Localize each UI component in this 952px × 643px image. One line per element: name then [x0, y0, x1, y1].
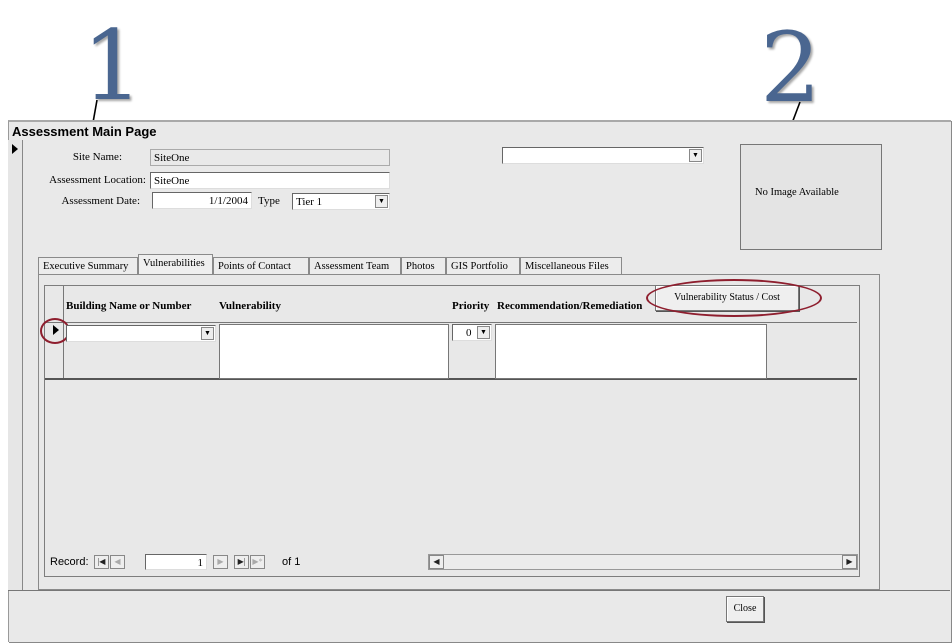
tab-assessment-team[interactable]: Assessment Team: [309, 257, 401, 275]
type-label: Type: [258, 195, 280, 207]
column-header-building: Building Name or Number: [66, 300, 192, 312]
tab-miscellaneous-files[interactable]: Miscellaneous Files: [520, 257, 622, 275]
last-record-icon[interactable]: ▶|: [234, 555, 249, 569]
column-header-recommendation: Recommendation/Remediation: [497, 300, 643, 312]
column-header-priority: Priority: [452, 300, 490, 312]
tab-gis-portfolio[interactable]: GIS Portfolio: [446, 257, 520, 275]
record-nav-label: Record:: [50, 556, 89, 568]
type-select-value: Tier 1: [296, 196, 323, 208]
top-right-dropdown-arrow-icon[interactable]: ▼: [689, 149, 702, 162]
horizontal-scrollbar[interactable]: ◀ ▶: [428, 554, 858, 570]
new-record-icon[interactable]: ▶*: [250, 555, 265, 569]
assessment-date-label: Assessment Date:: [61, 195, 140, 207]
recommendation-textbox[interactable]: [495, 324, 767, 379]
top-right-dropdown[interactable]: ▼: [502, 147, 704, 164]
column-header-vulnerability: Vulnerability: [219, 300, 281, 312]
site-name-label: Site Name:: [72, 151, 122, 163]
vulnerability-textbox[interactable]: [219, 324, 449, 379]
building-select[interactable]: ▼: [66, 325, 216, 342]
previous-record-icon[interactable]: ◀: [110, 555, 125, 569]
site-name-field[interactable]: SiteOne: [150, 149, 390, 166]
type-dropdown-arrow-icon[interactable]: ▼: [375, 195, 388, 208]
type-select[interactable]: Tier 1 ▼: [292, 193, 390, 210]
tab-vulnerabilities[interactable]: Vulnerabilities: [138, 254, 213, 275]
image-placeholder: No Image Available: [740, 144, 882, 250]
assessment-location-field[interactable]: SiteOne: [150, 172, 390, 189]
priority-dropdown-arrow-icon[interactable]: ▼: [477, 326, 490, 339]
next-record-icon[interactable]: ▶: [213, 555, 228, 569]
close-button[interactable]: Close: [726, 596, 764, 622]
current-record-indicator-icon: [12, 144, 18, 154]
tab-points-of-contact[interactable]: Points of Contact: [213, 257, 309, 275]
scroll-right-icon[interactable]: ▶: [842, 555, 857, 569]
assessment-location-label: Assessment Location:: [49, 174, 146, 186]
first-record-icon[interactable]: |◀: [94, 555, 109, 569]
subform-header-line: [45, 322, 857, 323]
window-title: Assessment Main Page: [12, 124, 157, 139]
form-record-selector[interactable]: [8, 140, 23, 590]
no-image-text: No Image Available: [755, 187, 839, 198]
footer-divider: [8, 590, 950, 591]
priority-select-value: 0: [466, 327, 472, 339]
assessment-date-field[interactable]: 1/1/2004: [152, 192, 252, 209]
record-number-input[interactable]: 1: [145, 554, 207, 570]
building-dropdown-arrow-icon[interactable]: ▼: [201, 327, 214, 340]
tab-executive-summary[interactable]: Executive Summary: [38, 257, 138, 275]
priority-select[interactable]: 0 ▼: [452, 324, 492, 341]
record-count-text: of 1: [282, 556, 301, 568]
tab-photos[interactable]: Photos: [401, 257, 446, 275]
scroll-left-icon[interactable]: ◀: [429, 555, 444, 569]
annotation-oval-status-cost: [646, 279, 822, 317]
